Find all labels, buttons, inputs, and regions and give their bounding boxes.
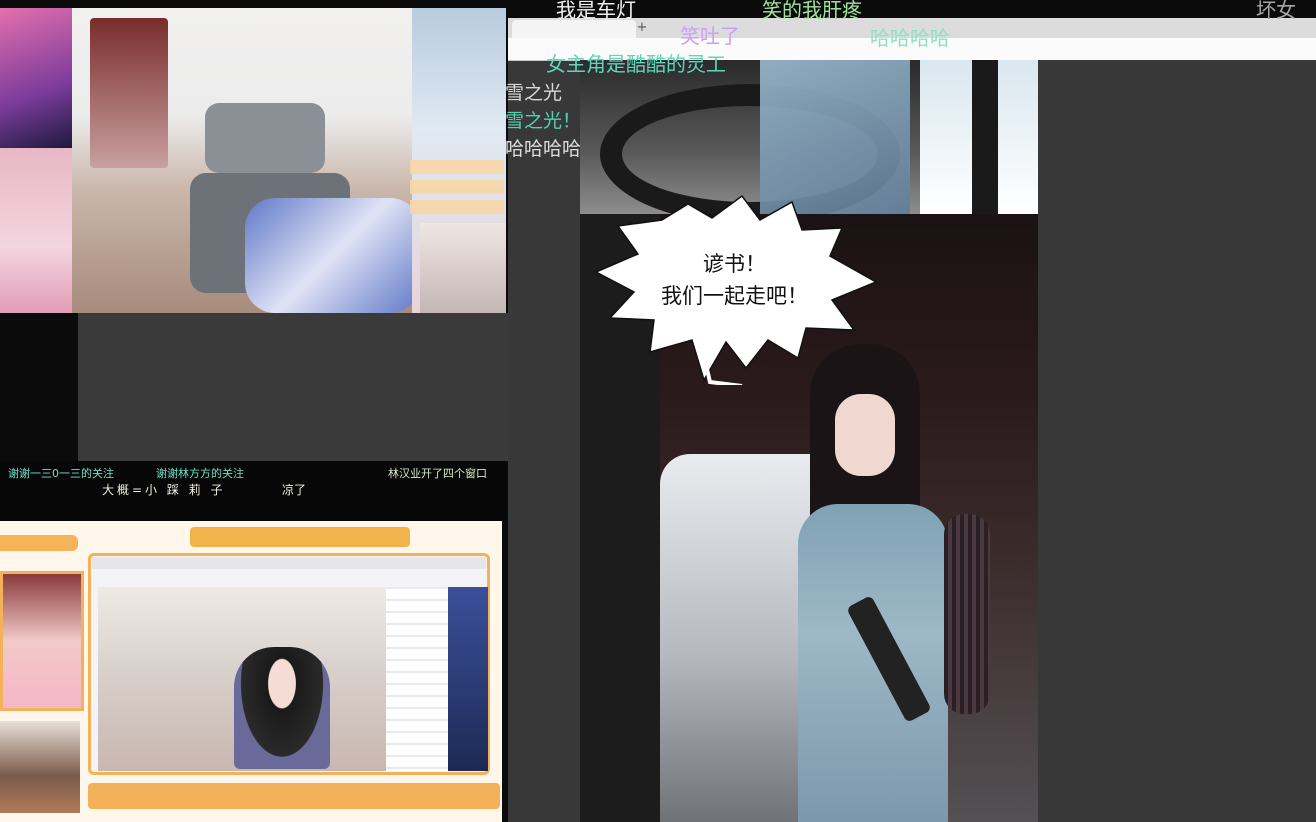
stream-footer-banner (88, 783, 500, 809)
danmaku-comment: 哈哈哈哈 (870, 26, 950, 50)
gift-notification (410, 180, 504, 194)
caption-text: 大概=小 踩 莉 子 (102, 483, 226, 497)
bubble-line-2: 我们一起走吧！ (661, 284, 808, 308)
pet-cam (0, 721, 80, 813)
danmaku-comment: 哈哈哈哈 (505, 138, 582, 160)
chair-back (205, 103, 325, 173)
empty-panel (78, 313, 508, 461)
follow-message: 谢谢一三0一三的关注 (8, 467, 114, 480)
caption-strip: 谢谢一三0一三的关注 谢谢林方方的关注 林汉业开了四个窗口 大概=小 踩 莉 子… (0, 461, 506, 521)
gift-notification (410, 160, 504, 174)
follow-message: 谢谢林方方的关注 (156, 467, 244, 480)
danmaku-comment: 笑的我肝疼 (762, 0, 862, 22)
hanging-clothes (90, 18, 168, 168)
blanket (245, 198, 420, 313)
nested-streamer (234, 647, 330, 769)
car-pillar (972, 60, 998, 214)
danmaku-comment: 笑吐了 (680, 24, 740, 48)
caption-text: 凉了 (282, 483, 307, 497)
window-message: 林汉业开了四个窗口 (388, 467, 487, 480)
new-tab-button[interactable]: + (634, 20, 650, 36)
bubble-line-1: 谚书！ (703, 252, 766, 276)
danmaku-comment: 坏女 (1256, 0, 1296, 22)
nested-chat-panel (386, 587, 448, 771)
gift-notification (410, 200, 504, 214)
danmaku-comment: 雪之光！ (505, 110, 582, 132)
danmaku-comment: 我是车灯 (556, 0, 636, 22)
nested-side-art (448, 587, 488, 771)
streamer-mini-cam (420, 223, 506, 313)
stream-tag (0, 535, 78, 551)
bottom-stream-capture (0, 521, 502, 822)
page-margin-right (1038, 60, 1316, 822)
girl-dress (798, 504, 948, 822)
performer-cam-top (0, 8, 72, 148)
girl-face (835, 394, 895, 476)
top-stream-capture (0, 8, 506, 313)
girl-arm (944, 514, 990, 714)
danmaku-comment: 雪之光 (505, 82, 563, 104)
stream-banner (190, 527, 410, 547)
danmaku-comment: 女主角是酷酷的灵工 (546, 52, 726, 76)
streamer-cam (0, 571, 84, 711)
speech-bubble: 谚书！ 我们一起走吧！ (592, 190, 877, 385)
nested-toolbar (92, 557, 486, 569)
performer-cam-bottom (0, 148, 72, 313)
